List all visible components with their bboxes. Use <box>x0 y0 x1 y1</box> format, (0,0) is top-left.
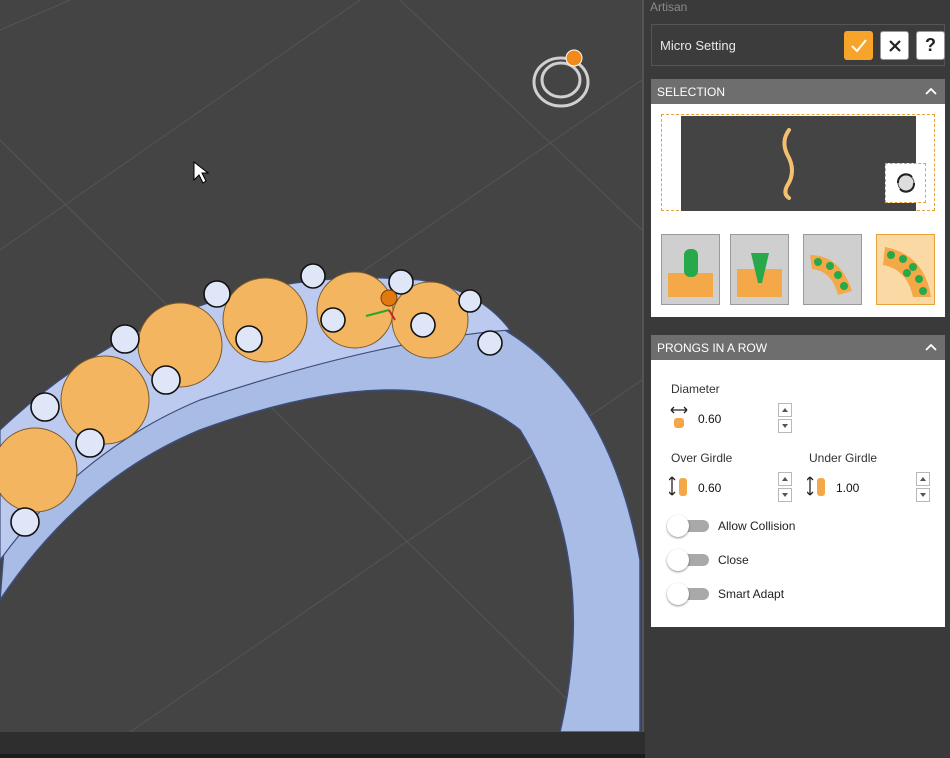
diameter-icon <box>670 406 688 428</box>
cancel-button[interactable] <box>880 31 909 60</box>
bezel-row-icon <box>810 255 852 295</box>
close-icon <box>888 39 901 52</box>
pave-mode-button[interactable] <box>876 234 935 305</box>
under-girdle-decrement[interactable] <box>916 488 930 502</box>
mouse-cursor-icon <box>193 160 210 184</box>
over-girdle-icon <box>669 476 687 496</box>
bezel-row-mode-button[interactable] <box>803 234 862 305</box>
under-girdle-label: Under Girdle <box>809 451 878 465</box>
properties-panel: Artisan Micro Setting ? SELECTION PRONGS… <box>645 0 950 758</box>
cone-icon <box>737 253 782 297</box>
diameter-value[interactable]: 0.60 <box>698 412 721 426</box>
under-girdle-icon <box>807 476 825 496</box>
tool-name: Micro Setting <box>660 38 736 53</box>
app-title: Artisan <box>650 0 688 14</box>
close-label: Close <box>718 553 749 567</box>
curve-preview-image <box>681 116 916 211</box>
prongs-body: Diameter 0.60 Over Girdle 0.60 Under Gir… <box>651 360 945 627</box>
prongs-title: PRONGS IN A ROW <box>657 341 768 355</box>
rotate-view-button[interactable] <box>885 163 926 203</box>
tool-header: Micro Setting ? <box>651 24 945 66</box>
over-girdle-increment[interactable] <box>778 472 792 486</box>
3d-viewport[interactable] <box>0 0 642 732</box>
smart-adapt-label: Smart Adapt <box>718 587 785 601</box>
over-girdle-decrement[interactable] <box>778 488 792 502</box>
cone-mode-button[interactable] <box>730 234 789 305</box>
diameter-increment[interactable] <box>778 403 792 417</box>
rotate-icon <box>896 173 915 193</box>
selection-header[interactable]: SELECTION <box>651 79 945 104</box>
over-girdle-value[interactable]: 0.60 <box>698 481 721 495</box>
under-girdle-value[interactable]: 1.00 <box>836 481 859 495</box>
allow-collision-label: Allow Collision <box>718 519 796 533</box>
selection-title: SELECTION <box>657 85 726 99</box>
checkmark-icon <box>850 38 867 52</box>
prongs-header[interactable]: PRONGS IN A ROW <box>651 335 945 360</box>
allow-collision-toggle[interactable] <box>667 515 709 537</box>
help-button[interactable]: ? <box>916 31 945 60</box>
diameter-label: Diameter <box>671 382 720 396</box>
under-girdle-increment[interactable] <box>916 472 930 486</box>
chevron-up-icon <box>925 343 937 351</box>
prong-icon <box>668 249 713 297</box>
pave-icon <box>883 247 931 297</box>
curve-preview[interactable] <box>661 114 935 211</box>
ring-model-render <box>0 0 642 732</box>
prong-mode-button[interactable] <box>661 234 720 305</box>
diameter-decrement[interactable] <box>778 419 792 433</box>
selection-body <box>651 104 945 317</box>
smart-adapt-toggle[interactable] <box>667 583 709 605</box>
chevron-up-icon <box>925 87 937 95</box>
over-girdle-label: Over Girdle <box>671 451 733 465</box>
close-toggle[interactable] <box>667 549 709 571</box>
ok-button[interactable] <box>844 31 873 60</box>
